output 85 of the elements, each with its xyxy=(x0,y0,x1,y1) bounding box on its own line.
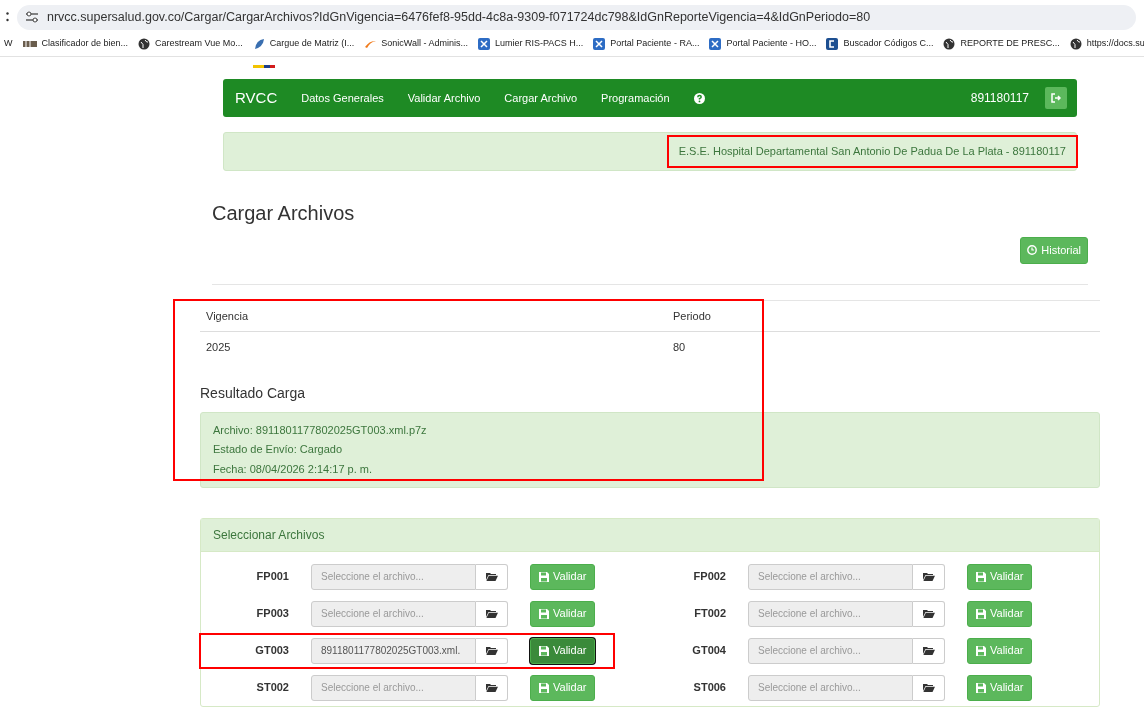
file-code: FP002 xyxy=(692,569,727,585)
browse-button[interactable] xyxy=(913,600,945,627)
folder-icon xyxy=(922,646,935,655)
folder-icon xyxy=(922,572,935,581)
bookmark-link[interactable]: REPORTE DE PRESC... xyxy=(960,36,1060,51)
browse-button[interactable] xyxy=(476,563,508,590)
validate-button[interactable]: Validar xyxy=(967,674,1033,701)
column-header: Vigencia xyxy=(200,300,667,332)
file-name-field[interactable]: Seleccione el archivo... xyxy=(311,674,476,701)
file-code: FP003 xyxy=(255,606,290,622)
page-title: Cargar Archivos xyxy=(212,201,356,225)
leaf-icon[interactable] xyxy=(252,37,265,50)
file-name-field[interactable]: Seleccione el archivo... xyxy=(748,600,913,627)
tile-icon[interactable] xyxy=(593,37,606,50)
globe-icon[interactable] xyxy=(943,37,956,50)
url-text: nrvcc.supersalud.gov.co/Cargar/CargarArchivos?IdGnVigencia=6476fef8-95dd-4c8a-9309-f071724dc798&IdGnReporteVigencia=4&IdGnPeriodo=80 xyxy=(47,8,871,26)
result-line: Fecha: 08/04/2026 2:14:17 p. m. xyxy=(213,461,373,477)
flag-icon xyxy=(253,65,275,69)
bookmark-link[interactable]: Portal Paciente - RA... xyxy=(610,36,700,51)
validate-button[interactable]: Validar xyxy=(530,563,596,590)
file-code: FT002 xyxy=(693,606,727,622)
bookmark-link[interactable]: Carestream Vue Mo... xyxy=(155,36,243,51)
dots-icon[interactable] xyxy=(6,12,9,22)
file-code: GT003 xyxy=(254,643,290,659)
bookmark-link[interactable]: Lumier RIS-PACS H... xyxy=(495,36,584,51)
table-cell: 80 xyxy=(667,331,1100,363)
file-name-field[interactable]: Seleccione el archivo... xyxy=(748,674,913,701)
history-button[interactable]: Historial xyxy=(1020,237,1088,264)
file-name-field[interactable]: Seleccione el archivo... xyxy=(311,563,476,590)
validate-button[interactable]: Validar xyxy=(967,563,1033,590)
bookmark-link[interactable]: W xyxy=(4,36,13,51)
nav-link[interactable]: Programación xyxy=(601,89,670,107)
validate-button[interactable]: Validar xyxy=(530,600,596,627)
nav-link[interactable]: Datos Generales xyxy=(301,89,384,107)
browse-button[interactable] xyxy=(476,600,508,627)
browse-button[interactable] xyxy=(913,563,945,590)
folder-icon xyxy=(485,609,498,618)
browse-button[interactable] xyxy=(913,674,945,701)
globe-icon[interactable] xyxy=(138,37,151,50)
nav-link[interactable]: Validar Archivo xyxy=(407,89,481,107)
logout-icon xyxy=(1051,93,1061,103)
section-title: Resultado Carga xyxy=(200,383,307,403)
user-id: 891180117 xyxy=(970,90,1029,107)
validate-button[interactable]: Validar xyxy=(967,637,1033,664)
result-line: Estado de Envío: Cargado xyxy=(213,442,344,457)
column-header: Periodo xyxy=(667,300,1100,332)
file-code: ST002 xyxy=(255,680,290,696)
validate-button[interactable]: Validar xyxy=(530,637,596,664)
globe-icon[interactable] xyxy=(1069,37,1082,50)
folder-icon xyxy=(922,609,935,618)
bookmark-link[interactable]: Buscador Códigos C... xyxy=(843,36,934,51)
address-bar[interactable]: nrvcc.supersalud.gov.co/Cargar/CargarArchivos?IdGnVigencia=6476fef8-95dd-4c8a-9309-f071724dc798&IdGnReporteVigencia=4&IdGnPeriodo=80 xyxy=(17,4,1136,30)
file-code: ST006 xyxy=(692,680,727,696)
folder-icon xyxy=(922,683,935,692)
file-name-field[interactable]: 8911801177802025GT003.xml. xyxy=(311,637,476,664)
bookmark-link[interactable]: SonicWall - Adminis... xyxy=(381,36,468,51)
browse-button[interactable] xyxy=(476,637,508,664)
validate-button[interactable]: Validar xyxy=(967,600,1033,627)
brand-link[interactable]: RVCC xyxy=(235,86,278,110)
folder-icon xyxy=(485,683,498,692)
bookmark-link[interactable]: Clasificador de bien... xyxy=(41,36,129,51)
app-icon[interactable] xyxy=(826,37,839,50)
folder-icon xyxy=(485,572,498,581)
file-name-field[interactable]: Seleccione el archivo... xyxy=(748,563,913,590)
browse-button[interactable] xyxy=(476,674,508,701)
nav-link[interactable]: Cargar Archivo xyxy=(504,89,578,107)
result-line: Archivo: 8911801177802025GT003.xml.p7z xyxy=(213,422,428,438)
browse-button[interactable] xyxy=(913,637,945,664)
file-name-field[interactable]: Seleccione el archivo... xyxy=(748,637,913,664)
panel-title: Seleccionar Archivos xyxy=(201,519,1099,552)
clock-icon xyxy=(1027,245,1038,256)
folder-icon xyxy=(485,646,498,655)
file-code: GT004 xyxy=(691,643,727,659)
bookmark-link[interactable]: Portal Paciente - HO... xyxy=(726,36,817,51)
entity-name: E.S.E. Hospital Departamental San Antonio De Padua De La Plata - 891180117 xyxy=(668,137,1076,166)
tile-icon[interactable] xyxy=(709,37,722,50)
file-code: FP001 xyxy=(255,569,290,585)
table-cell: 2025 xyxy=(200,331,667,363)
bookmark-link[interactable]: https://docs.su xyxy=(1086,36,1144,51)
validate-button[interactable]: Validar xyxy=(530,674,596,701)
tile-icon[interactable] xyxy=(478,37,490,50)
help-icon[interactable] xyxy=(693,92,705,104)
file-name-field[interactable]: Seleccione el archivo... xyxy=(311,600,476,627)
site-settings-icon[interactable] xyxy=(25,11,39,23)
bookmark-link[interactable]: Cargue de Matriz (I... xyxy=(269,36,355,51)
